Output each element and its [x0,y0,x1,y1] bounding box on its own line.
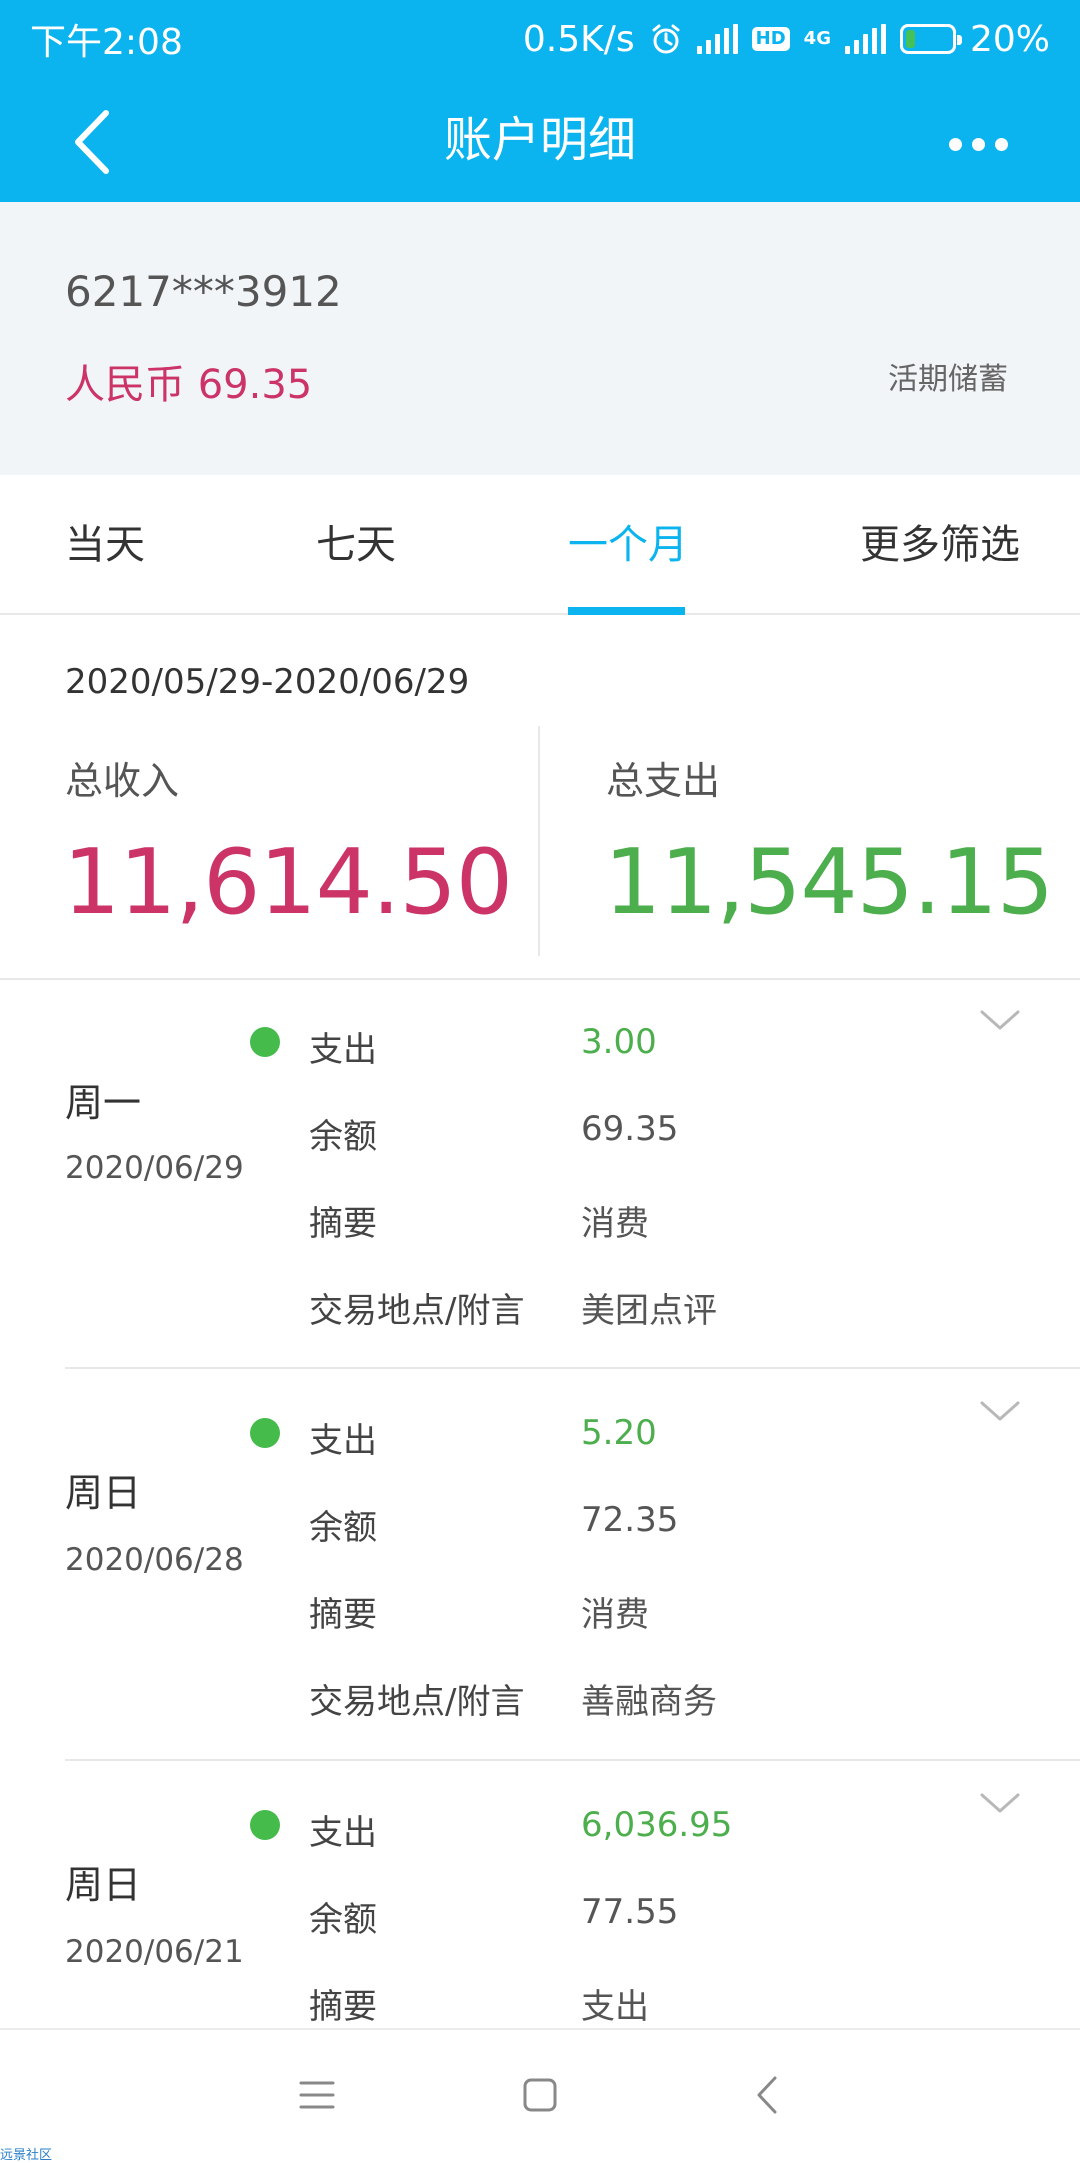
row-value-balance: 72.35 [581,1500,679,1540]
row-value-expense: 6,036.95 [581,1805,733,1845]
transaction-weekday: 周日 [65,1863,142,1907]
transaction-weekday: 周日 [65,1471,142,1515]
row-label-expense: 支出 [309,1813,377,1853]
account-balance: 人民币 69.35 [65,362,313,408]
row-label-summary: 摘要 [309,1595,377,1635]
row-label-summary: 摘要 [309,1987,377,2027]
battery-icon [899,24,962,54]
square-home-icon [523,2078,557,2112]
total-income-value: 11,614.50 [63,830,513,935]
app-header: 下午2:08 0.5K/s HD 4G 20% 账户明细 [0,0,1080,202]
status-bar: 下午2:08 0.5K/s HD 4G 20% [0,0,1080,78]
chevron-down-icon [980,1793,1020,1813]
system-nav-bar [0,2028,1080,2160]
row-value-balance: 69.35 [581,1109,679,1149]
network-type-label: 4G [803,28,831,49]
row-value-expense: 3.00 [581,1022,657,1062]
row-label-expense: 支出 [309,1421,377,1461]
account-type: 活期储蓄 [888,362,1008,397]
status-time: 下午2:08 [30,22,183,63]
row-label-expense: 支出 [309,1030,377,1070]
total-expense-value: 11,545.15 [604,830,1054,935]
expand-button[interactable] [975,1391,1025,1431]
menu-icon [299,2081,335,2109]
totals-divider [538,726,540,956]
expense-dot-icon [250,1418,280,1448]
totals-summary: 总收入 11,614.50 总支出 11,545.15 [0,720,1080,980]
item-divider [65,1367,1080,1369]
row-value-balance: 77.55 [581,1892,679,1932]
signal-icon-2 [844,24,886,54]
tab-one-month[interactable]: 一个月 [568,475,688,615]
transaction-item[interactable]: 周日 2020/06/28 支出 5.20 余额 72.35 摘要 消费 交易地… [0,1372,1080,1764]
row-label-balance: 余额 [309,1508,377,1548]
signal-icon [696,24,738,54]
account-panel: 6217***3912 人民币 69.35 活期储蓄 [0,202,1080,475]
row-label-balance: 余额 [309,1900,377,1940]
nav-back-button[interactable] [722,2050,812,2140]
battery-fill [905,30,915,48]
row-value-location: 美团点评 [581,1291,717,1331]
chevron-down-icon [980,1401,1020,1421]
expand-button[interactable] [975,1000,1025,1040]
row-label-location: 交易地点/附言 [309,1291,525,1331]
home-button[interactable] [495,2050,585,2140]
tab-seven-days[interactable]: 七天 [316,475,396,615]
more-dots-icon [948,137,1008,151]
nav-bar: 账户明细 [0,78,1080,202]
chevron-down-icon [980,1010,1020,1030]
watermark: 远景社区 [0,2148,53,2163]
battery-percent: 20% [969,18,1050,60]
transaction-date: 2020/06/28 [65,1542,244,1578]
chevron-left-icon [757,2076,777,2114]
expense-dot-icon [250,1027,280,1057]
row-label-balance: 余额 [309,1117,377,1157]
expand-button[interactable] [975,1783,1025,1823]
alarm-icon [649,22,683,56]
chevron-left-icon [75,110,109,174]
row-value-expense: 5.20 [581,1413,657,1453]
row-value-summary: 消费 [581,1204,649,1244]
tab-more-filters[interactable]: 更多筛选 [860,475,1020,615]
row-value-summary: 消费 [581,1595,649,1635]
tab-today[interactable]: 当天 [65,475,145,615]
expense-dot-icon [250,1810,280,1840]
page-title: 账户明细 [443,112,636,168]
hd-icon: HD [751,27,790,51]
active-tab-indicator [568,607,685,615]
transaction-item[interactable]: 周一 2020/06/29 支出 3.00 余额 69.35 摘要 消费 交易地… [0,980,1080,1372]
menu-button[interactable] [272,2050,362,2140]
period-tabs: 当天 七天 一个月 更多筛选 [0,475,1080,615]
transaction-date: 2020/06/21 [65,1934,244,1970]
account-number: 6217***3912 [65,267,342,316]
row-value-location: 善融商务 [581,1682,717,1722]
row-label-summary: 摘要 [309,1204,377,1244]
more-button[interactable] [928,114,1028,174]
network-speed: 0.5K/s [522,18,635,60]
total-expense-label: 总支出 [606,759,721,803]
transaction-date: 2020/06/29 [65,1150,244,1186]
total-income-label: 总收入 [65,759,180,803]
transaction-weekday: 周一 [65,1081,142,1125]
item-divider [65,1759,1080,1761]
status-icons: 0.5K/s HD 4G 20% [523,19,1050,60]
back-button[interactable] [52,102,132,182]
row-label-location: 交易地点/附言 [309,1682,525,1722]
row-value-summary: 支出 [581,1987,649,2027]
date-range: 2020/05/29-2020/06/29 [65,662,470,702]
